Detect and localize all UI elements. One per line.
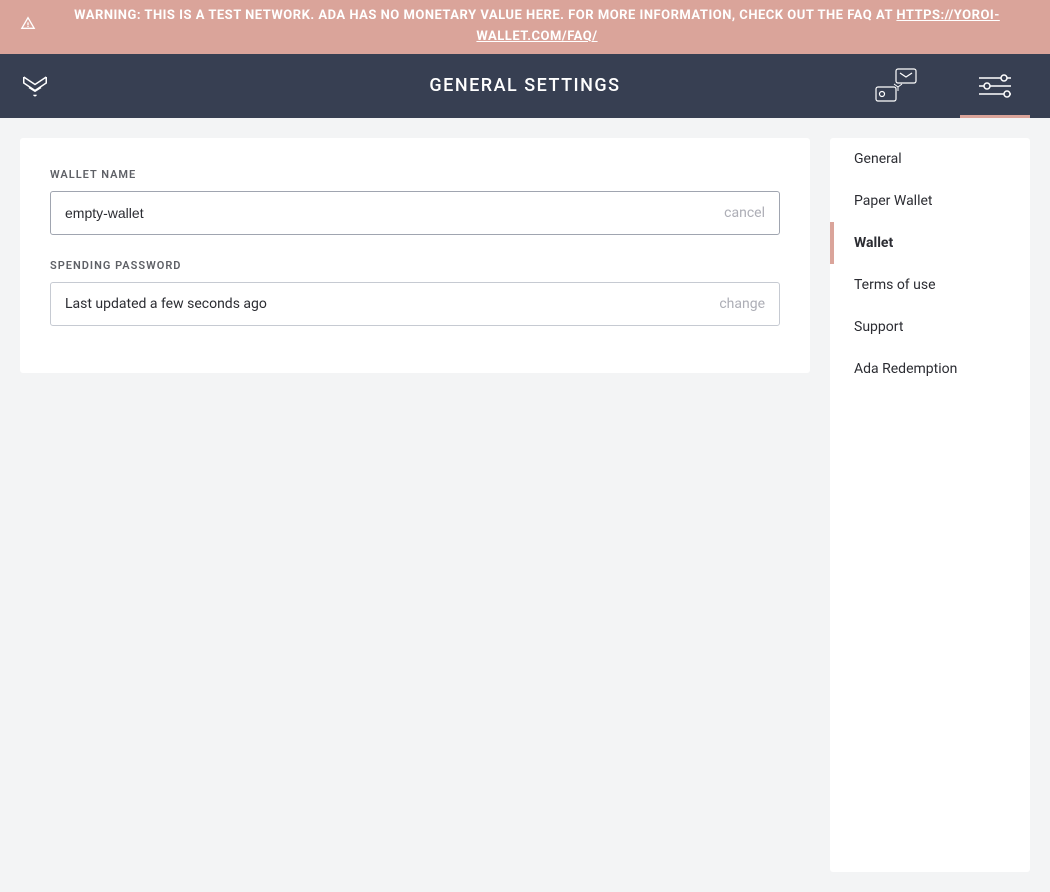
spending-password-field-group: SPENDING PASSWORD Last updated a few sec… [50,259,780,326]
settings-main-panel: WALLET NAME cancel SPENDING PASSWORD Las… [20,138,810,373]
sidebar-item-support[interactable]: Support [830,306,1030,348]
warning-triangle-icon [20,15,36,39]
spending-password-label: SPENDING PASSWORD [50,259,780,272]
test-network-warning-banner: WARNING: THIS IS A TEST NETWORK. ADA HAS… [0,0,1050,54]
yoroi-logo-icon[interactable] [20,71,50,101]
topbar: GENERAL SETTINGS [0,54,1050,118]
wallet-name-cancel-button[interactable]: cancel [724,205,765,221]
sidebar-item-ada-redemption[interactable]: Ada Redemption [830,348,1030,390]
settings-sliders-icon[interactable] [960,54,1030,118]
wallet-name-label: WALLET NAME [50,168,780,181]
page-title: GENERAL SETTINGS [429,75,620,96]
wallet-name-field-group: WALLET NAME cancel [50,168,780,235]
sidebar-item-wallet[interactable]: Wallet [830,222,1030,264]
wallet-name-input[interactable] [65,205,724,221]
sidebar-item-general[interactable]: General [830,138,1030,180]
settings-sidebar-nav: General Paper Wallet Wallet Terms of use… [830,138,1030,872]
spending-password-change-button[interactable]: change [719,296,765,312]
sidebar-item-terms-of-use[interactable]: Terms of use [830,264,1030,306]
wallet-stack-icon[interactable] [860,54,930,118]
spending-password-status: Last updated a few seconds ago [65,296,719,312]
sidebar-item-paper-wallet[interactable]: Paper Wallet [830,180,1030,222]
warning-text: WARNING: THIS IS A TEST NETWORK. ADA HAS… [74,8,896,23]
